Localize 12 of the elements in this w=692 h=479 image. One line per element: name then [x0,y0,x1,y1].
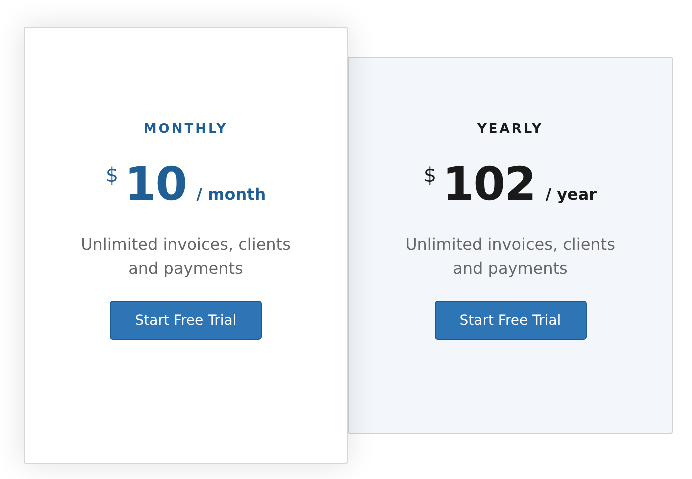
price-amount: 102 [442,157,536,211]
billing-period: / year [546,185,598,204]
plan-name: YEARLY [477,122,544,137]
start-trial-button[interactable]: Start Free Trial [110,301,262,340]
currency-symbol: $ [424,163,437,187]
plan-description: Unlimited invoices, clients and payments [80,234,292,280]
currency-symbol: $ [106,163,119,187]
price-amount: 10 [124,157,187,211]
plan-description: Unlimited invoices, clients and payments [404,234,616,280]
plan-name: MONTHLY [144,122,228,137]
billing-period: / month [196,185,266,204]
start-trial-button[interactable]: Start Free Trial [434,301,586,340]
